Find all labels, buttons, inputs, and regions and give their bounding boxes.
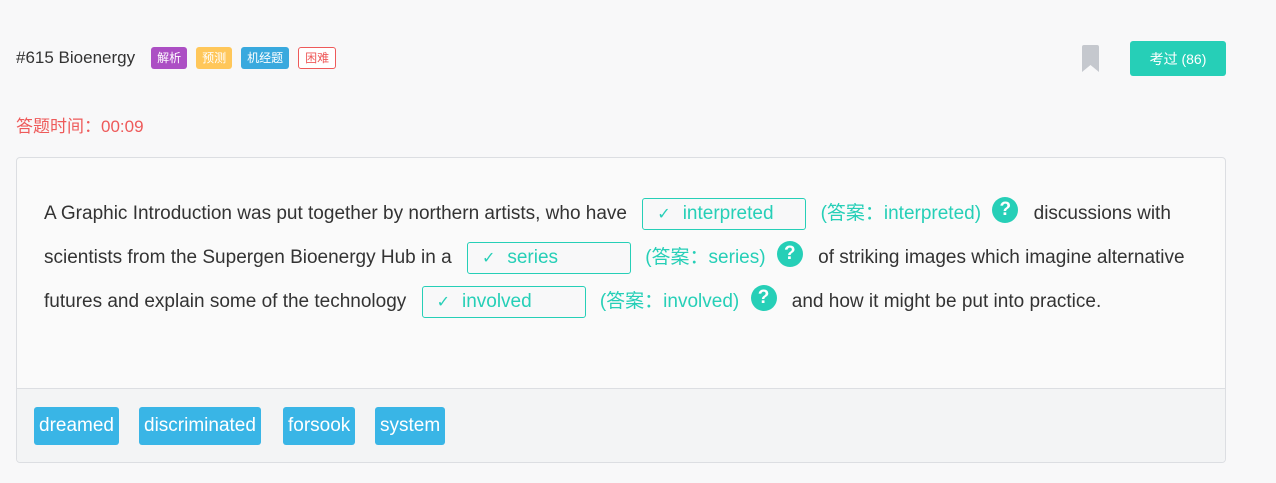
- check-icon: ✓: [657, 205, 671, 223]
- word-option-forsook[interactable]: forsook: [283, 407, 356, 445]
- answer-timer: 答题时间：00:09: [16, 117, 144, 136]
- help-icon[interactable]: ?: [776, 240, 803, 267]
- blank-input-2[interactable]: ✓ series: [466, 241, 631, 274]
- passage-text: A Graphic Introduction was put together …: [44, 192, 1204, 324]
- blank-input-3[interactable]: ✓ involved: [421, 285, 586, 318]
- help-icon[interactable]: ?: [992, 196, 1019, 223]
- passage-segment: A Graphic Introduction was put together …: [44, 203, 627, 224]
- word-option-system[interactable]: system: [375, 407, 446, 445]
- question-header: #615 Bioenergy 解析 预测 机经题 困难: [16, 44, 345, 72]
- bookmark-icon[interactable]: [1082, 45, 1099, 72]
- help-icon[interactable]: ?: [750, 284, 777, 311]
- word-option-dreamed[interactable]: dreamed: [34, 407, 119, 445]
- check-icon: ✓: [481, 249, 496, 267]
- word-options: dreamed discriminated forsook system: [17, 388, 1225, 462]
- tag-difficulty: 困难: [298, 47, 337, 69]
- blank-value: series: [507, 246, 559, 268]
- answer-reveal: (答案：series): [645, 247, 766, 268]
- blank-value: interpreted: [682, 202, 774, 224]
- question-card: A Graphic Introduction was put together …: [16, 157, 1226, 463]
- tag-prediction[interactable]: 预测: [196, 47, 233, 69]
- tag-analysis[interactable]: 解析: [151, 47, 188, 69]
- blank-value: involved: [461, 290, 532, 312]
- word-option-discriminated[interactable]: discriminated: [139, 407, 261, 445]
- blank-input-1[interactable]: ✓ interpreted: [642, 197, 807, 230]
- exam-count-button[interactable]: 考过 (86): [1130, 41, 1226, 76]
- check-icon: ✓: [436, 293, 450, 311]
- question-title: #615 Bioenergy: [16, 48, 136, 67]
- tag-machine-question[interactable]: 机经题: [241, 47, 290, 69]
- answer-reveal: (答案：involved): [599, 291, 740, 312]
- passage-segment: and how it might be put into practice.: [791, 291, 1102, 312]
- answer-reveal: (答案：interpreted): [820, 203, 982, 224]
